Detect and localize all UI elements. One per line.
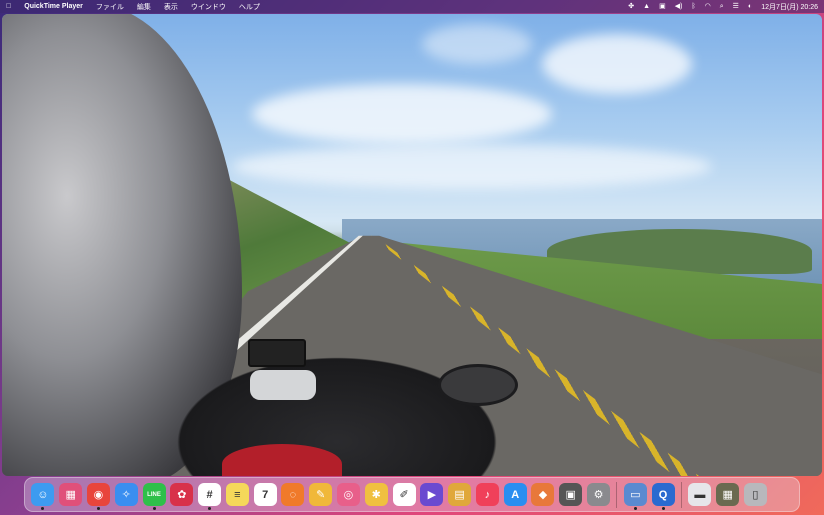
screenshot-glyph: ◎ (343, 489, 354, 501)
running-indicator (633, 507, 637, 510)
photos-glyph: ✱ (371, 489, 381, 501)
menu-help[interactable]: ヘルプ (239, 2, 260, 12)
dock-music-icon[interactable]: ♪ (475, 483, 499, 506)
music-glyph: ♪ (484, 488, 491, 501)
package-glyph: ◆ (538, 489, 548, 501)
dock-pencil-app-icon[interactable]: ✎ (309, 483, 333, 506)
menu-view[interactable]: 表示 (164, 2, 178, 12)
dock-launchpad-icon[interactable]: ▦ (59, 483, 83, 506)
folder-app-glyph: ▤ (454, 489, 465, 501)
line-glyph: LINE (147, 491, 161, 498)
control-center-icon[interactable]: ✤ (628, 0, 634, 13)
dock-notes-icon[interactable]: ≡ (225, 483, 249, 506)
menu-window[interactable]: ウインドウ (191, 2, 226, 12)
control-strip-icon[interactable]: ☰ (733, 0, 739, 13)
dock-screenshot-icon[interactable]: ◎ (336, 483, 360, 506)
notes-glyph: ≡ (234, 488, 241, 501)
dock-separator (616, 481, 618, 508)
calculator-glyph: ▣ (565, 489, 576, 501)
preview-glyph: ▭ (630, 489, 641, 501)
screen-icon[interactable]: ▣ (659, 0, 666, 13)
apple-menu-icon[interactable]:  (6, 3, 11, 10)
menu-clock[interactable]: 12月7日(月) 20:26 (761, 2, 818, 12)
quicktime-glyph: Q (658, 488, 668, 501)
chrome-glyph: ◉ (93, 489, 104, 501)
downloads-stack-glyph: ▬ (694, 488, 706, 501)
menu-bar:  QuickTime Player ファイル 編集 表示 ウインドウ ヘルプ … (0, 0, 824, 13)
dock-activity-icon[interactable]: ◌ (281, 483, 305, 506)
siri-icon[interactable]: ◐ (748, 0, 752, 13)
dock-folder-app-icon[interactable]: ▤ (448, 483, 472, 506)
dock-system-preferences-icon[interactable]: ⚙ (587, 483, 611, 506)
dock-downloads-stack-icon[interactable]: ▬ (688, 483, 712, 506)
instrument-cluster (250, 370, 316, 400)
launchpad-glyph: ▦ (65, 489, 76, 501)
dock-documents-stack-icon[interactable]: ▦ (716, 483, 740, 506)
vpn-icon[interactable]: ▲ (643, 0, 650, 13)
running-indicator (661, 507, 665, 510)
dock-line-icon[interactable]: LINE (142, 483, 166, 510)
app-menu[interactable]: QuickTime Player (24, 3, 83, 10)
wifi-icon[interactable]: ◠ (705, 0, 711, 13)
menu-edit[interactable]: 編集 (137, 2, 151, 12)
bluetooth-icon[interactable]: ᛒ (691, 0, 695, 13)
volume-icon[interactable]: ◀) (675, 0, 683, 13)
dock-finder-icon[interactable]: ☺ (31, 483, 55, 510)
dock-calendar-icon[interactable]: 7 (253, 483, 277, 506)
dock-separator (680, 481, 682, 508)
textedit-glyph: ✐ (399, 489, 409, 501)
dock-textedit-icon[interactable]: ✐ (392, 483, 416, 506)
menu-file[interactable]: ファイル (96, 2, 124, 12)
slack-glyph: # (206, 488, 213, 501)
running-indicator (41, 507, 45, 510)
dock-photos-icon[interactable]: ✱ (364, 483, 388, 506)
running-indicator (208, 507, 212, 510)
dock-imovie-icon[interactable]: ▶ (420, 483, 444, 506)
pencil-app-glyph: ✎ (316, 489, 326, 501)
dock-quicktime-icon[interactable]: Q (651, 483, 675, 510)
app-store-glyph: A (511, 488, 520, 501)
imovie-glyph: ▶ (427, 489, 437, 501)
dock-app-store-icon[interactable]: A (503, 483, 527, 506)
trash-glyph: ▯ (752, 489, 759, 501)
running-indicator (152, 507, 156, 510)
finder-glyph: ☺ (37, 488, 49, 501)
dock-trash-icon[interactable]: ▯ (743, 483, 767, 506)
documents-stack-glyph: ▦ (722, 489, 733, 501)
dock-chrome-icon[interactable]: ◉ (86, 483, 110, 510)
safari-glyph: ✧ (121, 489, 131, 501)
dock: ☺ ▦ ◉ ✧ LINE ✿ # ≡ 7 ◌ ✎ ◎ ✱ ✐ ▶ ▤ ♪ A ◆ ▣ ⚙ ▭ Q ▬ ▦ ▯ (24, 477, 800, 512)
side-mirror (438, 364, 518, 406)
running-indicator (96, 507, 100, 510)
dock-scrobbles-icon[interactable]: ✿ (170, 483, 194, 506)
video-player-window[interactable] (2, 14, 822, 476)
gps-navigator (248, 339, 306, 367)
dock-slack-icon[interactable]: # (198, 483, 222, 510)
dock-preview-icon[interactable]: ▭ (623, 483, 647, 510)
dock-safari-icon[interactable]: ✧ (114, 483, 138, 506)
dock-calculator-icon[interactable]: ▣ (559, 483, 583, 506)
scrobbles-glyph: ✿ (177, 489, 187, 501)
calendar-glyph: 7 (262, 488, 269, 501)
activity-glyph: ◌ (289, 488, 297, 501)
system-preferences-glyph: ⚙ (593, 489, 604, 501)
search-icon[interactable]: ⌕ (720, 0, 724, 13)
fuel-tank (222, 444, 342, 476)
dock-package-icon[interactable]: ◆ (531, 483, 555, 506)
